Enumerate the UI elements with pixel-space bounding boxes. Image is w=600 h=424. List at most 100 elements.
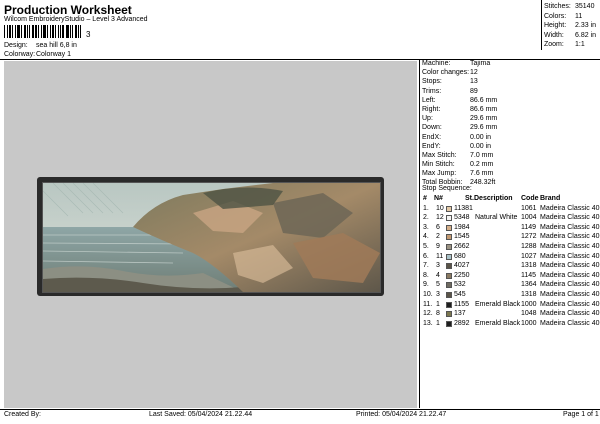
barcode-bar [70,25,71,38]
stitch-count: 11381 [454,204,473,212]
software-name: Wilcom EmbroideryStudio – Level 3 Advanc… [4,16,148,23]
thread-code: 1145 [521,271,537,279]
detail-value: 0.00 in [470,142,492,150]
created-by: Created By: [4,411,41,418]
barcode-bar [43,25,46,38]
header-divider [0,59,600,60]
barcode-bar [60,25,61,38]
thread-brand: Madeira Classic 40 [540,310,600,318]
detail-value: 12 [470,69,478,77]
barcode-bar [21,25,22,38]
stop-number: 2. [423,214,429,222]
barcode-bar [75,25,77,38]
stitch-count: 4027 [454,262,470,270]
detail-value: 29.6 mm [470,115,498,123]
needle-number: 4 [436,271,440,279]
thread-description: Emerald Black [475,319,521,327]
barcode-bar [72,25,73,38]
barcode-bar [66,25,69,38]
detail-value: 0.2 mm [470,161,494,169]
thread-brand: Madeira Classic 40 [540,252,600,260]
page-title: Production Worksheet [4,3,132,17]
barcode-bar [12,25,13,38]
barcode-digit: 3 [86,30,91,39]
stop-number: 1. [423,204,429,212]
detail-label: Color changes: [422,69,470,77]
thread-description: Emerald Black [475,300,521,308]
barcode-bar [50,25,51,38]
detail-value: 7.6 mm [470,170,494,178]
barcode-bar [4,25,5,38]
thread-brand: Madeira Classic 40 [540,300,600,308]
stop-number: 10. [423,290,433,298]
color-swatch [446,320,452,327]
barcode [4,25,122,38]
barcode-bar [29,25,30,38]
color-swatch [446,234,452,241]
stitch-count: 2250 [454,271,470,279]
thread-code: 1288 [521,242,537,250]
thread-code: 1027 [521,252,537,260]
thread-code: 1318 [521,290,537,298]
detail-label: Left: [422,96,436,104]
barcode-bar [15,25,16,38]
color-swatch [446,291,452,298]
footer-divider [0,409,600,410]
design-row: Design: sea hill 6,8 in [0,42,300,51]
detail-value: 86.6 mm [470,96,498,104]
barcode-bar [38,25,39,38]
detail-label: Max Stitch: [422,151,457,159]
needle-number: 1 [436,319,440,327]
thread-brand: Madeira Classic 40 [540,281,600,289]
stop-number: 3. [423,223,429,231]
seascape-image [43,183,380,292]
thread-brand: Madeira Classic 40 [540,233,600,241]
needle-number: 10 [436,204,444,212]
thread-brand: Madeira Classic 40 [540,319,600,327]
thread-brand: Madeira Classic 40 [540,223,600,231]
stop-number: 9. [423,281,429,289]
thread-brand: Madeira Classic 40 [540,290,600,298]
embroidery-artwork [42,182,381,293]
barcode-bar [80,25,81,38]
stop-number: 11. [423,300,433,308]
stitch-count: 2892 [454,319,470,327]
barcode-bar [41,25,42,38]
colorway-value: Colorway 1 [36,51,72,58]
panel-divider [419,60,420,408]
needle-number: 2 [436,233,440,241]
detail-label: Stops: [422,78,442,86]
thread-code: 1004 [521,214,537,222]
thread-brand: Madeira Classic 40 [540,262,600,270]
detail-label: Machine: [422,60,451,67]
barcode-bar [27,25,28,38]
barcode-bar [17,25,20,38]
page-number: Page 1 of 1 [563,411,599,418]
stop-number: 7. [423,262,429,270]
embroidery-patch [37,177,384,296]
stop-number: 13. [423,319,433,327]
stop-number: 5. [423,242,429,250]
barcode-bar [58,25,59,38]
col-code: Code [521,195,539,202]
detail-value: 13 [470,78,478,86]
color-swatch [446,253,452,260]
needle-number: 1 [436,300,440,308]
barcode-bar [78,25,79,38]
needle-number: 3 [436,262,440,270]
stitch-count: 532 [454,281,466,289]
detail-value: 0.00 in [470,133,492,141]
col-description: Description [474,195,513,202]
stitch-count: 545 [454,290,466,298]
detail-value: 86.6 mm [470,105,498,113]
thread-brand: Madeira Classic 40 [540,204,600,212]
color-swatch [446,243,452,250]
thread-brand: Madeira Classic 40 [540,271,600,279]
detail-label: Right: [422,105,441,113]
detail-label: Min Stitch: [422,161,455,169]
color-swatch [446,215,452,222]
stitch-count: 1545 [454,233,470,241]
design-value: sea hill 6,8 in [36,42,77,49]
thread-code: 1061 [521,204,537,212]
detail-value: 29.6 mm [470,124,498,132]
